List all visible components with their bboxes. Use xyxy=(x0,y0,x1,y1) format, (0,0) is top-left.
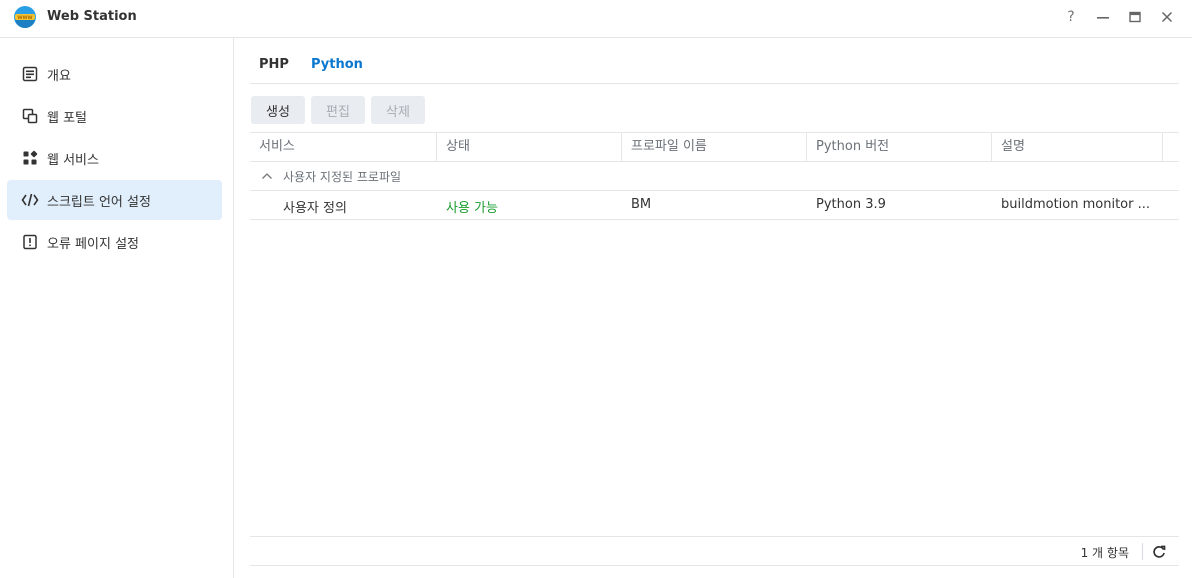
sidebar-item-overview[interactable]: 개요 xyxy=(7,54,222,94)
table-footer: 1 개 항목 xyxy=(250,536,1179,566)
refresh-icon[interactable] xyxy=(1151,544,1167,560)
cell-profile-name: BM xyxy=(631,197,652,212)
delete-button[interactable]: 삭제 xyxy=(371,96,425,124)
web-station-logo-icon: WWW xyxy=(14,6,36,28)
cell-status: 사용 가능 xyxy=(446,201,498,216)
column-header-status[interactable]: 상태 xyxy=(437,133,622,161)
group-label: 사용자 지정된 프로파일 xyxy=(283,170,402,184)
help-button[interactable]: ? xyxy=(1062,8,1080,26)
web-portal-icon xyxy=(21,107,39,125)
cell-python-version: Python 3.9 xyxy=(816,197,886,212)
column-header-service[interactable]: 서비스 xyxy=(250,133,437,161)
edit-button[interactable]: 편집 xyxy=(311,96,365,124)
sidebar-item-label: 오류 페이지 설정 xyxy=(47,236,139,252)
sidebar-item-web-portal[interactable]: 웹 포털 xyxy=(7,96,222,136)
web-service-icon xyxy=(21,149,39,167)
close-icon xyxy=(1161,11,1173,23)
question-mark-icon: ? xyxy=(1067,9,1075,25)
column-header-profile-name[interactable]: 프로파일 이름 xyxy=(622,133,807,161)
column-header-description[interactable]: 설명 xyxy=(992,133,1163,161)
error-page-icon xyxy=(21,233,39,251)
sidebar-item-label: 개요 xyxy=(47,68,71,84)
tab-python[interactable]: Python xyxy=(311,57,363,72)
svg-text:WWW: WWW xyxy=(17,15,32,21)
overview-icon xyxy=(21,65,39,83)
minimize-button[interactable] xyxy=(1094,8,1112,26)
group-row-custom-profiles[interactable]: 사용자 지정된 프로파일 xyxy=(250,162,1179,191)
window-title: Web Station xyxy=(47,9,137,24)
title-bar: WWW Web Station ? xyxy=(0,0,1192,38)
cell-service: 사용자 정의 xyxy=(283,201,347,216)
cell-description: buildmotion monitor ... xyxy=(1001,197,1151,212)
main-panel: PHP Python 생성 편집 삭제 서비스 상태 프로파일 이름 Pytho… xyxy=(250,38,1179,578)
table-row[interactable]: 사용자 정의 사용 가능 BM Python 3.9 buildmotion m… xyxy=(250,191,1179,220)
maximize-icon xyxy=(1129,11,1141,23)
column-header-python-version[interactable]: Python 버전 xyxy=(807,133,992,161)
sidebar-item-script-language[interactable]: 스크립트 언어 설정 xyxy=(7,180,222,220)
create-button[interactable]: 생성 xyxy=(251,96,305,124)
tab-bar: PHP Python xyxy=(250,38,1179,84)
chevron-up-icon xyxy=(262,173,272,179)
sidebar-item-error-page[interactable]: 오류 페이지 설정 xyxy=(7,222,222,262)
minimize-icon xyxy=(1097,17,1109,19)
item-count: 1 개 항목 xyxy=(1080,546,1129,560)
tab-php[interactable]: PHP xyxy=(259,57,289,72)
table-header: 서비스 상태 프로파일 이름 Python 버전 설명 xyxy=(250,132,1179,162)
footer-divider xyxy=(1142,543,1143,560)
close-button[interactable] xyxy=(1158,8,1176,26)
code-icon xyxy=(21,191,39,209)
sidebar-item-web-service[interactable]: 웹 서비스 xyxy=(7,138,222,178)
sidebar: 개요 웹 포털 웹 서비스 스크립트 언어 설정 오류 페이지 설정 xyxy=(0,38,234,578)
sidebar-item-label: 웹 서비스 xyxy=(47,152,99,168)
sidebar-item-label: 스크립트 언어 설정 xyxy=(47,194,151,210)
maximize-button[interactable] xyxy=(1126,8,1144,26)
sidebar-item-label: 웹 포털 xyxy=(47,110,88,126)
